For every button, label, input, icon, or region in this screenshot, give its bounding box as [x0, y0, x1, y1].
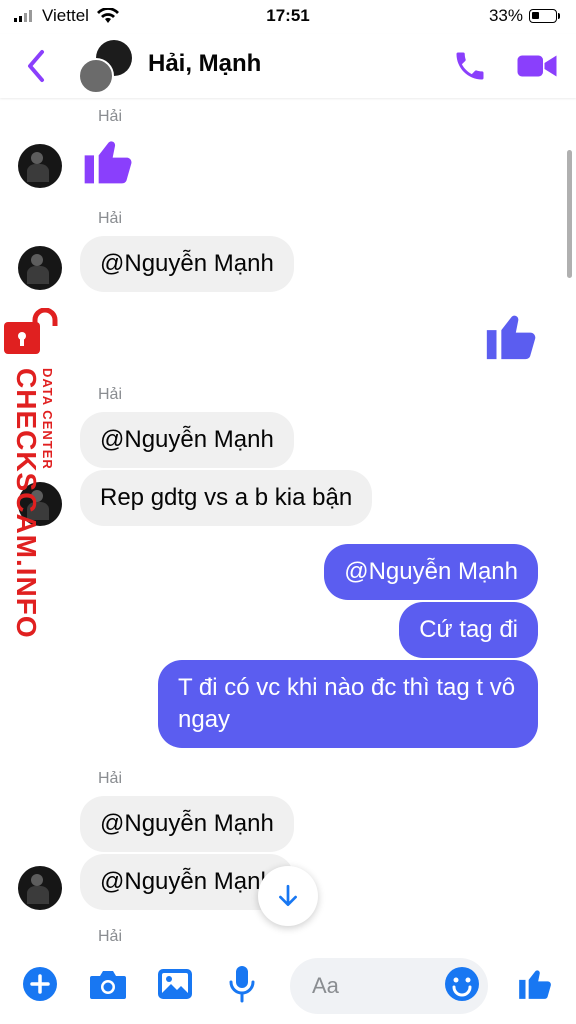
video-camera-icon: [517, 55, 557, 77]
like-message-outgoing[interactable]: [482, 306, 540, 369]
phone-call-button[interactable]: [452, 48, 488, 89]
message-bubble-incoming[interactable]: @Nguyễn Mạnh: [80, 236, 294, 292]
emoji-button[interactable]: [444, 966, 480, 1007]
back-arrow-icon: [28, 50, 44, 82]
watermark-title: CHECKSCAM.INFO: [11, 368, 42, 639]
voice-button[interactable]: [226, 964, 258, 1009]
message-input-placeholder: Aa: [312, 973, 339, 998]
composer-bar: Aa: [0, 944, 576, 1024]
watermark-subtitle: DATA CENTER: [40, 368, 55, 470]
status-bar: Viettel 17:51 33%: [0, 0, 576, 34]
avatar[interactable]: [18, 246, 62, 290]
sender-label: Hải: [98, 108, 123, 125]
camera-button[interactable]: [88, 966, 128, 1007]
battery-tip: [558, 13, 560, 19]
message-bubble-outgoing[interactable]: @Nguyễn Mạnh: [324, 544, 538, 600]
thumbs-up-icon: [486, 315, 536, 360]
lock-icon: [4, 307, 58, 354]
conversation-title[interactable]: Hải, Mạnh: [148, 50, 261, 78]
emoji-icon: [445, 967, 479, 1001]
like-message[interactable]: [80, 132, 136, 193]
sender-label: Hải: [98, 386, 123, 403]
message-bubble-incoming[interactable]: Rep gdtg vs a b kia bận: [80, 470, 373, 526]
sender-label: Hải: [98, 210, 123, 227]
group-avatar[interactable]: [78, 40, 134, 94]
thumbs-up-icon: [84, 141, 132, 184]
message-bubble-outgoing[interactable]: Cứ tag đi: [399, 602, 538, 658]
message-bubble-incoming[interactable]: @Nguyễn Mạnh: [80, 412, 294, 468]
send-like-button[interactable]: [516, 964, 554, 1007]
scrollbar[interactable]: [567, 150, 572, 278]
avatar[interactable]: [18, 866, 62, 910]
arrow-down-icon: [279, 884, 297, 907]
scroll-to-bottom-button[interactable]: [258, 866, 318, 926]
message-list[interactable]: Hải Hải @Nguyễn Mạnh Hải @Nguyễn Mạnh Re…: [0, 98, 576, 944]
battery-percent: 33%: [488, 6, 523, 25]
microphone-icon: [229, 966, 255, 1003]
gallery-button[interactable]: [156, 966, 194, 1007]
phone-icon: [456, 52, 484, 80]
sender-label: Hải: [98, 770, 123, 787]
back-button[interactable]: [22, 48, 52, 84]
message-bubble-outgoing[interactable]: T đi có vc khi nào đc thì tag t vô ngay: [158, 660, 538, 748]
camera-icon: [90, 971, 126, 999]
avatar-member-b: [78, 58, 114, 94]
watermark: CHECKSCAM.INFO DATA CENTER: [2, 307, 62, 639]
video-call-button[interactable]: [516, 48, 558, 89]
more-actions-button[interactable]: [22, 966, 58, 1007]
gallery-icon: [158, 969, 192, 999]
message-bubble-incoming[interactable]: @Nguyễn Mạnh: [80, 796, 294, 852]
sender-label: Hải: [98, 928, 123, 944]
thumbs-up-icon: [519, 970, 551, 999]
avatar[interactable]: [18, 144, 62, 188]
plus-icon: [23, 967, 57, 1001]
chat-header: Hải, Mạnh: [0, 34, 576, 98]
battery-icon: [529, 9, 557, 23]
battery-group: 33%: [489, 6, 560, 26]
